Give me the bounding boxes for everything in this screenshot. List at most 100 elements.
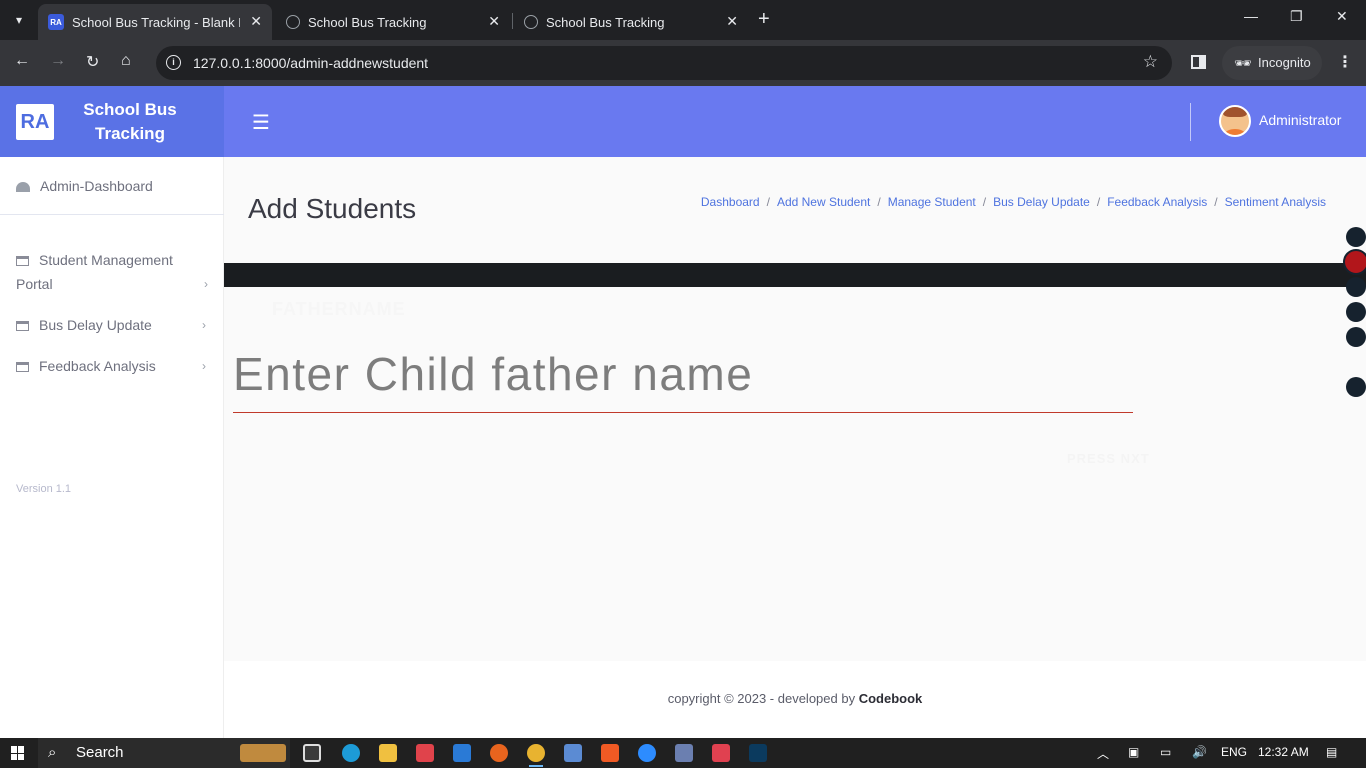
ra-favicon-icon: RA <box>48 14 64 30</box>
close-window-icon[interactable]: ✕ <box>1336 8 1348 25</box>
next-button[interactable]: PRESS NXT <box>1067 451 1150 466</box>
breadcrumb-separator: / <box>982 195 987 209</box>
incognito-icon: 🕶 <box>1234 55 1252 71</box>
copyright-prefix: copyright © 2023 - developed by <box>667 691 859 706</box>
back-icon[interactable]: ← <box>14 52 30 70</box>
bookmark-star-icon[interactable]: ☆ <box>1143 52 1158 72</box>
clock[interactable]: 12:32 AM <box>1258 745 1309 759</box>
network-icon[interactable]: ▭ <box>1160 745 1171 759</box>
close-tab-icon[interactable]: ✕ <box>250 13 262 30</box>
step-dot[interactable] <box>1346 327 1366 347</box>
step-dot[interactable] <box>1346 377 1366 397</box>
breadcrumb-separator: / <box>766 195 770 209</box>
tab-search-dropdown-icon[interactable]: ▾ <box>6 8 32 32</box>
sidebar-item-label: Bus Delay Update <box>39 317 152 333</box>
app-icon[interactable] <box>416 744 434 762</box>
reload-icon[interactable]: ↻ <box>86 52 99 72</box>
close-tab-icon[interactable]: ✕ <box>726 13 738 30</box>
side-panel-icon[interactable] <box>1191 55 1206 69</box>
incognito-badge[interactable]: 🕶 Incognito <box>1222 46 1322 80</box>
browser-tab[interactable]: School Bus Tracking ✕ <box>276 4 510 40</box>
breadcrumb-separator: / <box>877 195 881 209</box>
app-icon[interactable] <box>712 744 730 762</box>
url-text[interactable]: 127.0.0.1:8000/admin-addnewstudent <box>193 55 428 71</box>
hamburger-menu-icon[interactable]: ☰ <box>252 110 270 135</box>
top-navbar: ☰ Administrator <box>224 86 1366 157</box>
app-icon[interactable] <box>675 744 693 762</box>
windows-taskbar: ⌕ Search ︿ ▣ ▭ 🔊 ENG 12:32 AM ▤ <box>0 738 1366 768</box>
main-content: Add Students Dashboard / Add New Student / M… <box>224 157 1366 661</box>
father-name-input[interactable] <box>233 335 1133 413</box>
window-icon <box>16 256 29 267</box>
user-name[interactable]: Administrator <box>1259 112 1341 128</box>
language-indicator[interactable]: ENG <box>1221 745 1247 759</box>
step-dot[interactable] <box>1346 302 1366 322</box>
sidebar-item-label: Admin-Dashboard <box>40 178 153 194</box>
tachometer-icon <box>16 182 30 193</box>
tab-title: School Bus Tracking - Blank Pa <box>72 14 240 30</box>
brand-header[interactable]: RA School Bus Tracking <box>0 86 224 157</box>
active-app-indicator <box>529 765 543 767</box>
form-header-bar <box>224 263 1366 287</box>
browser-tab[interactable]: School Bus Tracking ✕ <box>514 4 748 40</box>
browser-toolbar: ← → ↻ ⌂ i 127.0.0.1:8000/admin-addnewstu… <box>0 40 1366 86</box>
taskbar-search-label: Search <box>76 744 124 761</box>
step-dot-active[interactable] <box>1343 249 1366 275</box>
windows-start-icon[interactable] <box>11 746 25 760</box>
address-bar[interactable]: i 127.0.0.1:8000/admin-addnewstudent ☆ <box>156 46 1172 80</box>
restore-icon[interactable]: ❐ <box>1290 8 1303 25</box>
minimize-icon[interactable]: — <box>1244 8 1258 24</box>
tab-title: School Bus Tracking <box>308 14 427 30</box>
globe-icon <box>286 15 300 29</box>
step-dot[interactable] <box>1346 227 1366 247</box>
close-tab-icon[interactable]: ✕ <box>488 13 500 30</box>
breadcrumb-add-new-student[interactable]: Add New Student <box>777 195 870 209</box>
brand-logo: RA <box>16 104 54 140</box>
sidebar-item-feedback-analysis[interactable]: Feedback Analysis › <box>16 354 206 378</box>
home-icon[interactable]: ⌂ <box>121 52 131 70</box>
browser-tab-active[interactable]: RA School Bus Tracking - Blank Pa ✕ <box>38 4 272 40</box>
fathername-label: FATHERNAME <box>272 299 406 319</box>
breadcrumb-manage-student[interactable]: Manage Student <box>888 195 976 209</box>
chevron-right-icon: › <box>202 318 206 332</box>
forward-icon[interactable]: → <box>50 52 66 70</box>
breadcrumb-dashboard[interactable]: Dashboard <box>701 195 760 209</box>
file-explorer-icon[interactable] <box>379 744 397 762</box>
breadcrumb-bus-delay-update[interactable]: Bus Delay Update <box>993 195 1090 209</box>
search-app-icon[interactable] <box>490 744 508 762</box>
meet-icon[interactable]: ▣ <box>1128 745 1139 759</box>
breadcrumb-feedback-analysis[interactable]: Feedback Analysis <box>1107 195 1207 209</box>
incognito-label: Incognito <box>1258 55 1311 70</box>
new-tab-icon[interactable]: + <box>758 8 770 31</box>
notifications-icon[interactable]: ▤ <box>1326 745 1337 759</box>
breadcrumb-sentiment-analysis[interactable]: Sentiment Analysis <box>1225 195 1326 209</box>
sidebar-item-bus-delay[interactable]: Bus Delay Update › <box>16 313 206 337</box>
app-root: RA School Bus Tracking ☰ Administrator A… <box>0 86 1366 738</box>
chevron-right-icon: › <box>204 277 208 291</box>
edge-browser-icon[interactable] <box>342 744 360 762</box>
chrome-icon[interactable] <box>527 744 545 762</box>
sidebar-item-admin-dashboard[interactable]: Admin-Dashboard <box>16 174 153 198</box>
volume-icon[interactable]: 🔊 <box>1192 745 1207 759</box>
tray-chevron-up-icon[interactable]: ︿ <box>1097 745 1109 762</box>
footer: copyright © 2023 - developed by Codebook <box>224 661 1366 738</box>
site-info-icon[interactable]: i <box>166 55 181 70</box>
user-avatar[interactable] <box>1219 105 1251 137</box>
version-label: Version 1.1 <box>16 483 72 495</box>
vscode-icon[interactable] <box>453 744 471 762</box>
app-icon[interactable] <box>749 744 767 762</box>
step-dot[interactable] <box>1346 277 1366 297</box>
task-view-icon[interactable] <box>303 744 321 762</box>
app-icon[interactable] <box>564 744 582 762</box>
zoom-icon[interactable] <box>638 744 656 762</box>
browser-menu-icon[interactable]: ⋮ <box>1337 52 1353 72</box>
chevron-right-icon: › <box>202 359 206 373</box>
sidebar-item-student-management[interactable]: Student Management Portal › <box>16 248 208 296</box>
brave-icon[interactable] <box>601 744 619 762</box>
tab-title: School Bus Tracking <box>546 14 665 30</box>
footer-brand-link[interactable]: Codebook <box>859 691 923 706</box>
globe-icon <box>524 15 538 29</box>
sidebar: Admin-Dashboard Student Management Porta… <box>0 157 224 738</box>
page-title: Add Students <box>248 193 417 224</box>
navbar-divider <box>1190 103 1191 141</box>
